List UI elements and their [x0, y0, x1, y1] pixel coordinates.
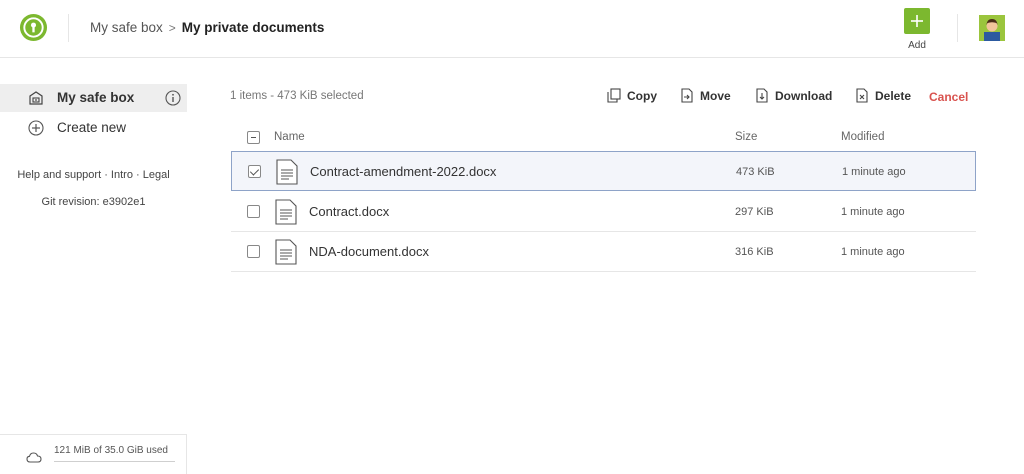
breadcrumb: My safe box > My private documents [90, 20, 324, 35]
header-divider [957, 14, 958, 42]
document-icon [276, 159, 298, 185]
help-support-link[interactable]: Help and support [17, 169, 101, 181]
move-label: Move [700, 88, 731, 103]
breadcrumb-root[interactable]: My safe box [90, 20, 163, 35]
cloud-icon [26, 452, 42, 463]
add-button-label[interactable]: Add [897, 40, 937, 51]
quota-bar [54, 461, 175, 462]
sidebar-item-my-safe-box[interactable]: My safe box [0, 84, 187, 112]
user-avatar[interactable] [979, 15, 1005, 41]
file-modified: 1 minute ago [841, 246, 905, 258]
file-name[interactable]: Contract-amendment-2022.docx [310, 164, 496, 179]
file-row[interactable]: Contract.docx 297 KiB 1 minute ago [231, 192, 976, 232]
select-all-checkbox[interactable] [247, 131, 260, 144]
file-name[interactable]: NDA-document.docx [309, 244, 429, 259]
safe-box-icon [29, 91, 43, 105]
selection-info: 1 items - 473 KiB selected [230, 90, 364, 102]
delete-label: Delete [875, 88, 912, 103]
file-name[interactable]: Contract.docx [309, 204, 389, 219]
document-icon [275, 239, 297, 265]
link-separator: · [132, 169, 143, 181]
row-checkbox[interactable] [248, 165, 261, 178]
copy-icon [607, 88, 621, 103]
add-button[interactable] [904, 8, 930, 34]
move-icon [681, 88, 693, 103]
delete-button[interactable]: Delete [855, 88, 911, 103]
header-divider [68, 14, 69, 42]
app-logo-icon[interactable] [19, 13, 48, 42]
storage-quota: 121 MiB of 35.0 GiB used [0, 434, 187, 474]
breadcrumb-separator: > [168, 20, 176, 35]
delete-file-icon [856, 88, 868, 103]
plus-circle-icon [28, 120, 44, 136]
link-separator: · [101, 169, 111, 181]
intro-link[interactable]: Intro [111, 169, 133, 181]
move-button[interactable]: Move [680, 88, 731, 103]
row-checkbox[interactable] [247, 205, 260, 218]
file-row[interactable]: NDA-document.docx 316 KiB 1 minute ago [231, 232, 976, 272]
copy-label: Copy [627, 88, 657, 103]
download-label: Download [775, 88, 833, 103]
file-modified: 1 minute ago [841, 206, 905, 218]
column-header-name[interactable]: Name [274, 131, 305, 143]
column-header-size[interactable]: Size [735, 131, 757, 143]
file-modified: 1 minute ago [842, 166, 906, 178]
download-button[interactable]: Download [755, 88, 832, 103]
sidebar-item-label: Create new [57, 120, 127, 135]
copy-button[interactable]: Copy [607, 88, 657, 103]
info-icon[interactable] [165, 90, 181, 106]
download-icon [756, 88, 768, 103]
column-header-modified[interactable]: Modified [841, 131, 884, 143]
legal-link[interactable]: Legal [143, 169, 170, 181]
cancel-button[interactable]: Cancel [929, 90, 968, 104]
row-checkbox[interactable] [247, 245, 260, 258]
sidebar-item-create-new[interactable]: Create new [0, 114, 187, 142]
document-icon [275, 199, 297, 225]
git-revision: Git revision: e3902e1 [41, 196, 146, 208]
file-size: 297 KiB [735, 206, 774, 218]
breadcrumb-current: My private documents [181, 20, 325, 35]
footer-links: Help and support · Intro · Legal [0, 169, 187, 181]
plus-icon [911, 15, 923, 27]
file-row[interactable]: Contract-amendment-2022.docx 473 KiB 1 m… [231, 151, 976, 191]
file-size: 473 KiB [736, 166, 775, 178]
file-size: 316 KiB [735, 246, 774, 258]
sidebar-item-label: My safe box [57, 90, 135, 105]
quota-text: 121 MiB of 35.0 GiB used [54, 445, 168, 456]
top-header: My safe box > My private documents Add [0, 0, 1024, 58]
sidebar: My safe box Create new Help and support … [0, 58, 187, 474]
